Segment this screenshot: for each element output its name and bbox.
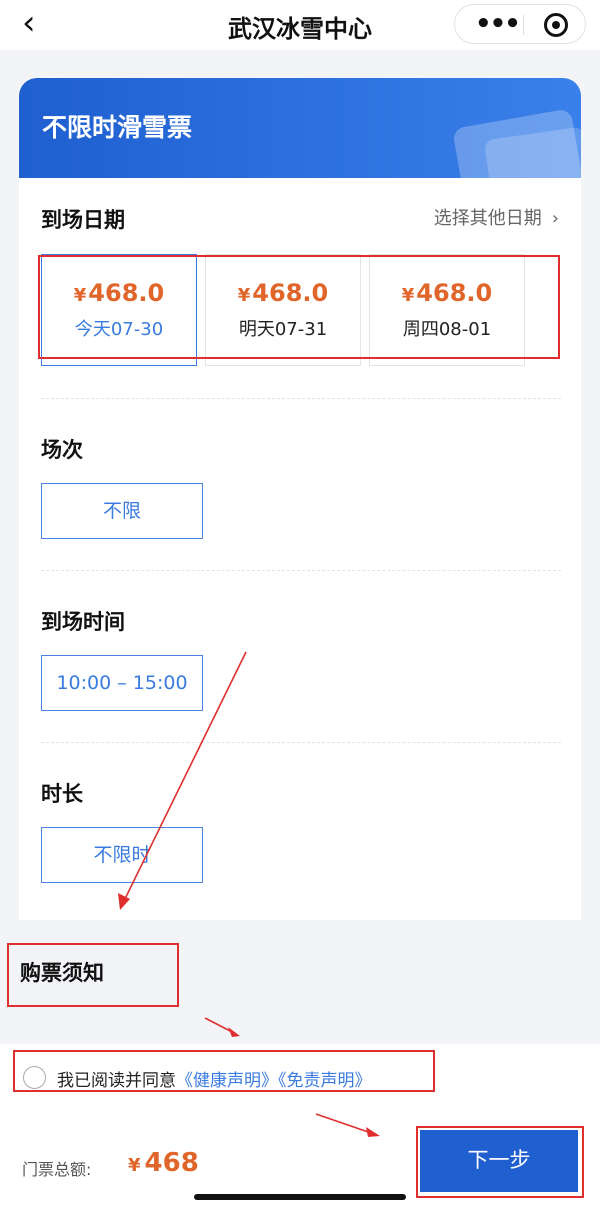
annotation-arrowhead xyxy=(228,1027,240,1037)
annotation-arrow xyxy=(315,1113,375,1135)
annotation-arrowhead xyxy=(366,1127,380,1137)
annotation-arrow xyxy=(121,651,247,906)
annotation-arrowhead xyxy=(118,893,130,910)
annotation-arrows xyxy=(118,651,380,1137)
